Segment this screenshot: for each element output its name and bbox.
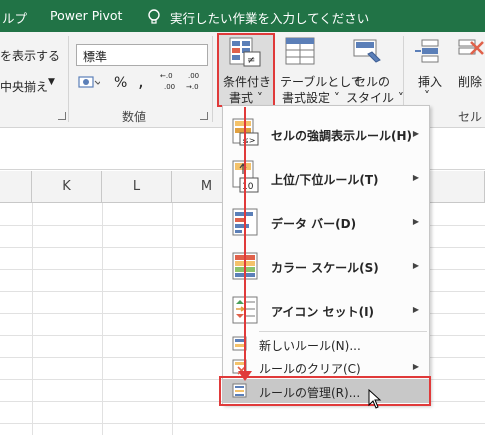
menu-item-data-bars[interactable]: データ バー(D) ▶ (223, 200, 429, 244)
merge-dropdown-icon[interactable]: ▼ (48, 77, 55, 87)
conditional-formatting-button[interactable]: ≠ 条件付き 書式 ˅ (217, 33, 275, 107)
submenu-arrow-icon: ▶ (412, 129, 419, 138)
percent-style-button[interactable]: % (114, 75, 127, 91)
column-header-k[interactable]: K (32, 171, 102, 203)
format-as-table-label-2[interactable]: 書式設定 ˅ (282, 89, 340, 106)
insert-cells-icon (414, 38, 442, 69)
annotation-highlight-box (219, 376, 431, 406)
menu-separator (259, 331, 427, 332)
cell-styles-icon (350, 36, 382, 71)
color-scales-icon (232, 252, 258, 280)
tell-me-text: 実行したい作業を入力してください (170, 11, 370, 26)
format-as-table-label-1[interactable]: テーブルとして (280, 73, 363, 90)
menu-item-label: データ バー(D) (271, 217, 357, 231)
submenu-arrow-icon: ▶ (412, 217, 419, 226)
cell-styles-label-2[interactable]: スタイル ˅ (346, 89, 404, 106)
menu-item-label: カラー スケール(S) (271, 261, 379, 275)
menu-item-icon-sets[interactable]: アイコン セット(I) ▶ (223, 288, 429, 332)
insert-cells-button[interactable]: 挿入 (418, 73, 442, 90)
lightbulb-icon (148, 9, 160, 24)
group-divider (68, 36, 69, 122)
number-group-label: 数値 (122, 110, 147, 124)
submenu-arrow-icon: ▶ (412, 261, 419, 270)
increase-decimal-button[interactable]: ←.0 .00 (160, 72, 182, 98)
menu-item-label: ルールのクリア(C) (259, 362, 361, 376)
top-bottom-rules-icon: 10 (232, 160, 259, 193)
tab-power-pivot[interactable]: Power Pivot (50, 8, 122, 23)
data-bars-icon (232, 208, 258, 236)
delete-cells-icon (457, 38, 485, 69)
svg-text:≠: ≠ (247, 55, 255, 66)
highlight-rules-icon: ≤> (232, 118, 259, 146)
icon-sets-icon (232, 296, 258, 324)
submenu-arrow-icon: ▶ (412, 173, 419, 182)
column-header-l[interactable]: L (102, 171, 172, 203)
conditional-formatting-label-1: 条件付き (223, 75, 272, 89)
cells-group-label: セル (458, 110, 483, 124)
format-as-table-icon (284, 36, 316, 71)
number-format-select[interactable]: 標準 ﹀ (76, 44, 208, 66)
alignment-launcher-icon[interactable] (58, 112, 66, 120)
menu-item-label: 上位/下位ルール(T) (271, 173, 379, 187)
ribbon-tab-bar: ルプ Power Pivot 実行したい作業を入力してください (0, 0, 485, 32)
conditional-formatting-menu: ≤> セルの強調表示ルール(H) ▶ 10 上位/下位ルール(T) ▶ データ … (222, 105, 430, 405)
tab-help[interactable]: ルプ (2, 8, 27, 27)
conditional-formatting-glyph-icon: ≠ (229, 37, 261, 67)
column-header-blank[interactable] (0, 171, 32, 203)
comma-style-button[interactable]: , (138, 71, 144, 92)
decrease-decimal-button[interactable]: .00 →.0 (186, 72, 208, 98)
annotation-arrow-line (244, 107, 246, 375)
number-launcher-icon[interactable] (200, 112, 208, 120)
delete-cells-button[interactable]: 削除 (458, 73, 482, 90)
conditional-formatting-label-2: 書式 ˅ (229, 91, 263, 105)
group-divider (212, 36, 213, 122)
currency-icon (78, 76, 102, 88)
mouse-pointer-icon (368, 389, 382, 409)
menu-item-color-scales[interactable]: カラー スケール(S) ▶ (223, 244, 429, 288)
menu-item-new-rule[interactable]: 新しいルール(N)... (223, 333, 429, 355)
cell-styles-label-1[interactable]: セルの (354, 73, 390, 90)
menu-item-highlight-cells-rules[interactable]: ≤> セルの強調表示ルール(H) ▶ (223, 112, 429, 156)
accounting-format-button[interactable] (78, 74, 102, 95)
menu-item-top-bottom-rules[interactable]: 10 上位/下位ルール(T) ▶ (223, 156, 429, 200)
submenu-arrow-icon: ▶ (412, 362, 419, 371)
submenu-arrow-icon: ▶ (412, 305, 419, 314)
wrap-text-button[interactable]: を表示する (0, 47, 60, 64)
menu-item-label: セルの強調表示ルール(H) (271, 129, 413, 143)
menu-item-label: 新しいルール(N)... (259, 339, 361, 353)
menu-item-label: アイコン セット(I) (271, 305, 375, 319)
merge-center-button[interactable]: 中央揃え (0, 78, 48, 95)
insert-dropdown-icon[interactable]: ˅ (424, 89, 430, 103)
chevron-down-icon: ﹀ (83, 52, 93, 63)
